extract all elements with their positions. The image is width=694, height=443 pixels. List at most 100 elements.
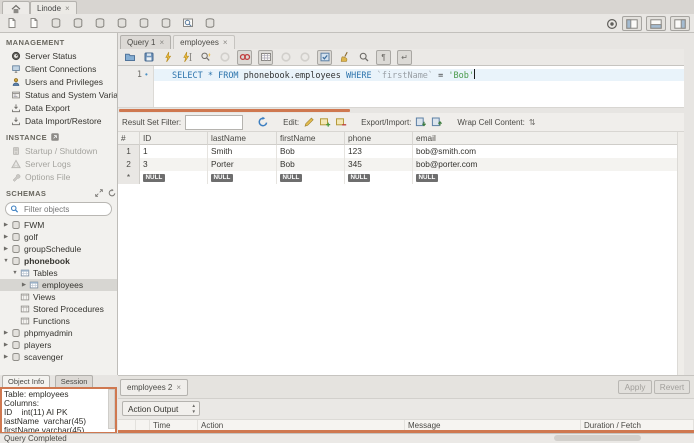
grid-cell[interactable]: 2 bbox=[118, 158, 140, 171]
create-procedure-icon[interactable] bbox=[137, 16, 150, 29]
chevron-right-icon[interactable]: ▶ bbox=[2, 354, 10, 360]
grid-cell[interactable]: 123 bbox=[345, 145, 413, 158]
open-script-icon[interactable] bbox=[27, 16, 40, 29]
sidebar-item-server-logs[interactable]: Server Logs bbox=[0, 157, 117, 170]
search-table-data-icon[interactable] bbox=[181, 16, 194, 29]
tree-node-fwm[interactable]: ▶ FWM bbox=[0, 219, 117, 231]
apply-button[interactable]: Apply bbox=[618, 380, 652, 394]
chevron-down-icon[interactable]: ▼ bbox=[11, 270, 19, 276]
close-icon[interactable]: × bbox=[176, 383, 181, 392]
tab-object-info[interactable]: Object Info bbox=[2, 375, 51, 387]
grid-cell[interactable]: 345 bbox=[345, 158, 413, 171]
tree-node-golf[interactable]: ▶ golf bbox=[0, 231, 117, 243]
explain-icon[interactable] bbox=[199, 51, 212, 64]
horizontal-scrollbar[interactable] bbox=[554, 435, 641, 441]
tree-node-phpmyadmin[interactable]: ▶ phpmyadmin bbox=[0, 327, 117, 339]
sidebar-item-client-connections[interactable]: Client Connections bbox=[0, 62, 117, 75]
sidebar-item-options-file[interactable]: Options File bbox=[0, 170, 117, 183]
result-grid-scrollbar[interactable] bbox=[677, 132, 684, 375]
schema-filter-box[interactable] bbox=[5, 202, 112, 216]
import-records-icon[interactable] bbox=[431, 116, 443, 128]
chevron-right-icon[interactable]: ▶ bbox=[2, 234, 10, 240]
inspector-icon[interactable] bbox=[49, 16, 62, 29]
chevron-down-icon[interactable]: ▼ bbox=[2, 258, 10, 264]
grid-cell[interactable]: * bbox=[118, 171, 140, 184]
sidebar-item-startup-shutdown[interactable]: Startup / Shutdown bbox=[0, 144, 117, 157]
find-icon[interactable] bbox=[357, 51, 370, 64]
tree-node-stored-procedures[interactable]: Stored Procedures bbox=[0, 303, 117, 315]
schema-filter-input[interactable] bbox=[22, 203, 106, 215]
result-filter-input[interactable] bbox=[185, 114, 244, 130]
toggle-wrap-icon[interactable]: ↵ bbox=[397, 49, 412, 65]
expand-schemas-icon[interactable] bbox=[94, 188, 104, 198]
create-function-icon[interactable] bbox=[159, 16, 172, 29]
grid-cell[interactable]: Porter bbox=[208, 158, 277, 171]
refresh-schemas-icon[interactable] bbox=[107, 188, 117, 198]
execute-icon[interactable] bbox=[161, 51, 174, 64]
reconnect-dbms-icon[interactable] bbox=[203, 16, 216, 29]
tree-node-tables[interactable]: ▼ Tables bbox=[0, 267, 117, 279]
dashboard-icon[interactable] bbox=[605, 17, 618, 30]
grid-cell[interactable]: NULL bbox=[277, 171, 345, 184]
grid-cell[interactable]: 1 bbox=[140, 145, 208, 158]
table-row[interactable]: 1 1 Smith Bob 123 bob@smith.com bbox=[118, 145, 684, 158]
home-tab[interactable] bbox=[2, 1, 30, 15]
tree-node-scavenger[interactable]: ▶ scavenger bbox=[0, 351, 117, 363]
commit-icon[interactable] bbox=[279, 51, 292, 64]
sql-code-editor[interactable]: 1 • SELECT * FROM phonebook.employees WH… bbox=[118, 65, 684, 108]
tree-node-players[interactable]: ▶ players bbox=[0, 339, 117, 351]
toggle-bottom-panel-button[interactable] bbox=[646, 16, 666, 31]
chevron-right-icon[interactable]: ▶ bbox=[2, 222, 10, 228]
refresh-results-icon[interactable] bbox=[257, 116, 269, 128]
rollback-icon[interactable] bbox=[298, 51, 311, 64]
grid-cell[interactable]: Bob bbox=[277, 145, 345, 158]
tree-node-groupschedule[interactable]: ▶ groupSchedule bbox=[0, 243, 117, 255]
new-query-tab-icon[interactable] bbox=[5, 16, 18, 29]
grid-cell[interactable]: bob@smith.com bbox=[413, 145, 684, 158]
grid-cell[interactable]: Smith bbox=[208, 145, 277, 158]
create-schema-icon[interactable] bbox=[71, 16, 84, 29]
execute-current-statement-icon[interactable] bbox=[180, 51, 193, 64]
chevron-right-icon[interactable]: ▶ bbox=[2, 246, 10, 252]
toggle-invisibles-icon[interactable]: ¶ bbox=[376, 49, 391, 65]
spinner-arrows-icon[interactable]: ▲ ▼ bbox=[192, 403, 196, 415]
grid-cell[interactable]: NULL bbox=[345, 171, 413, 184]
connection-tab-linode[interactable]: Linode × bbox=[30, 1, 77, 15]
toggle-stop-on-error-icon[interactable] bbox=[237, 49, 252, 65]
tab-employees[interactable]: employees × bbox=[173, 35, 235, 49]
tree-node-functions[interactable]: Functions bbox=[0, 315, 117, 327]
tree-node-phonebook[interactable]: ▼ phonebook bbox=[0, 255, 117, 267]
close-icon[interactable]: × bbox=[223, 38, 228, 47]
grid-cell[interactable]: 3 bbox=[140, 158, 208, 171]
open-file-icon[interactable] bbox=[123, 51, 136, 64]
object-info-scrollbar[interactable] bbox=[108, 389, 115, 429]
table-row[interactable]: * NULL NULL NULL NULL NULL bbox=[118, 171, 684, 184]
toggle-right-panel-button[interactable] bbox=[670, 16, 690, 31]
toggle-left-panel-button[interactable] bbox=[622, 16, 642, 31]
sidebar-item-users-and-privileges[interactable]: Users and Privileges bbox=[0, 75, 117, 88]
grid-cell[interactable]: NULL bbox=[140, 171, 208, 184]
beautify-sql-icon[interactable] bbox=[338, 51, 351, 64]
stop-query-icon[interactable] bbox=[218, 51, 231, 64]
sidebar-item-data-import-restore[interactable]: Data Import/Restore bbox=[0, 114, 117, 127]
sidebar-item-data-export[interactable]: Data Export bbox=[0, 101, 117, 114]
limit-rows-icon[interactable] bbox=[258, 49, 273, 65]
grid-cell[interactable]: NULL bbox=[413, 171, 684, 184]
chevron-right-icon[interactable]: ▶ bbox=[20, 282, 28, 288]
tab-employees-2[interactable]: employees 2 × bbox=[120, 379, 189, 396]
grid-cell[interactable]: 1 bbox=[118, 145, 140, 158]
sidebar-item-status-and-system-variables[interactable]: Status and System Variables bbox=[0, 88, 117, 101]
table-row[interactable]: 2 3 Porter Bob 345 bob@porter.com bbox=[118, 158, 684, 171]
close-icon[interactable]: × bbox=[65, 4, 70, 13]
result-grid[interactable]: # ID lastName firstName phone email 1 1 Smith Bo… bbox=[118, 132, 684, 375]
wrap-cell-content-icon[interactable]: ⇅ bbox=[529, 118, 536, 127]
tree-node-employees[interactable]: ▶ employees bbox=[0, 279, 117, 291]
chevron-right-icon[interactable]: ▶ bbox=[2, 342, 10, 348]
revert-button[interactable]: Revert bbox=[654, 380, 690, 394]
create-table-icon[interactable] bbox=[93, 16, 106, 29]
grid-cell[interactable]: Bob bbox=[277, 158, 345, 171]
insert-record-icon[interactable] bbox=[319, 116, 331, 128]
tree-node-views[interactable]: Views bbox=[0, 291, 117, 303]
close-icon[interactable]: × bbox=[159, 38, 164, 47]
delete-record-icon[interactable] bbox=[335, 116, 347, 128]
